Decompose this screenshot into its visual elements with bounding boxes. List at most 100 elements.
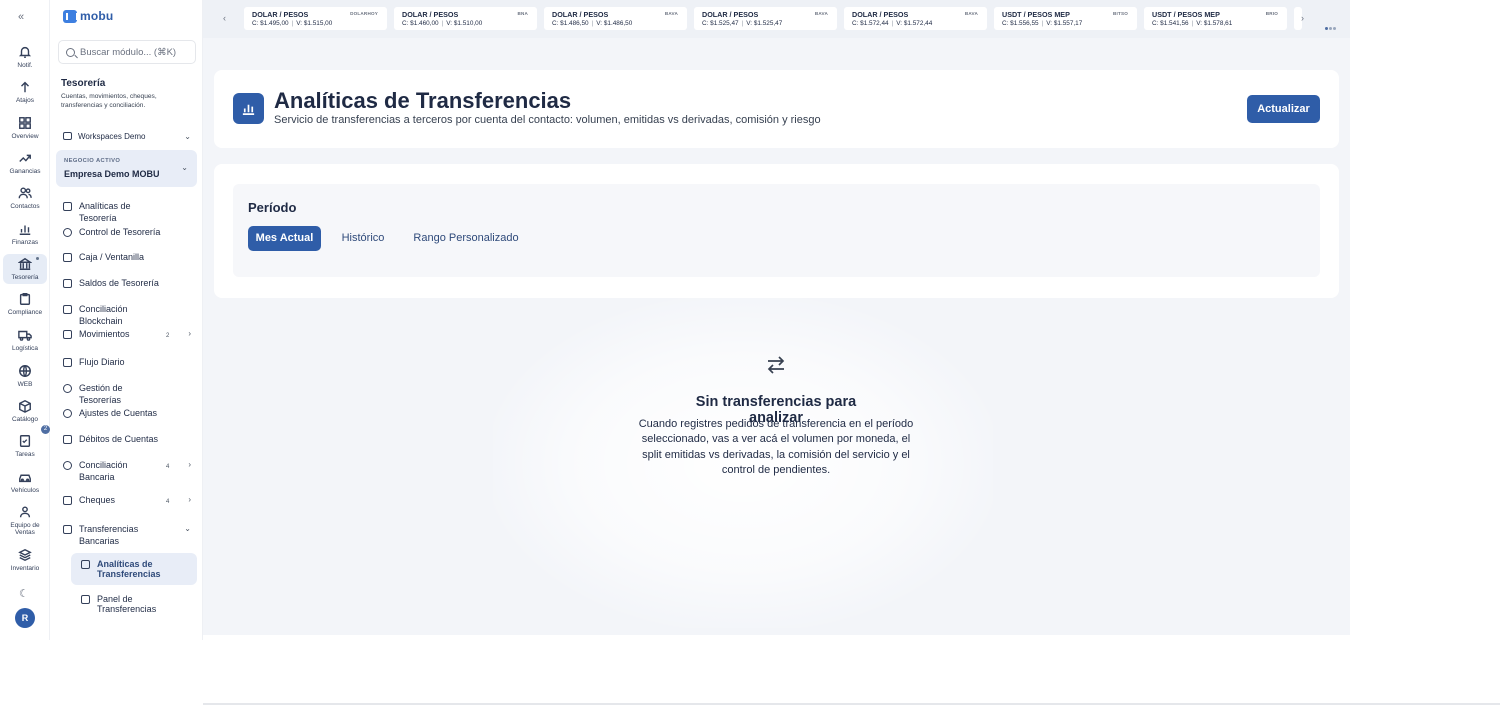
empty-state-text: Cuando registres pedidos de transferenci…: [638, 418, 914, 476]
rail-item-vehiculos[interactable]: Vehículos: [3, 470, 47, 494]
ticker-buy: C: $1.495,00: [252, 20, 289, 27]
rail-item-finanzas[interactable]: Finanzas: [3, 222, 47, 246]
rail-item-compliance[interactable]: Compliance: [3, 292, 47, 316]
rail-item-tareas[interactable]: Tareas: [3, 434, 47, 458]
sidebar-item-analiticas-tesoreria[interactable]: Analíticas de Tesorería: [63, 201, 191, 224]
bar-chart-icon: [19, 225, 31, 235]
rail-item-overview[interactable]: Overview: [3, 116, 47, 140]
sidebar-item-flujo-diario[interactable]: Flujo Diario: [63, 357, 191, 369]
ticker-next-icon[interactable]: ›: [1301, 13, 1304, 23]
business-selector[interactable]: NEGOCIO ACTIVO Empresa Demo MOBU ⌄: [56, 150, 197, 187]
card-icon: [63, 435, 72, 444]
sidebar-item-label: Caja / Ventanilla: [79, 252, 145, 262]
chart-icon: [81, 560, 90, 569]
period-card: Período Mes Actual Histórico Rango Perso…: [214, 164, 1339, 298]
blockchain-icon: [63, 305, 72, 314]
sidebar-item-transferencias-bancarias[interactable]: Transferencias Bancarias ⌄: [63, 524, 191, 547]
ticker-pagination[interactable]: [1325, 17, 1337, 35]
module-search[interactable]: [58, 40, 196, 64]
sidebar-item-label: Analíticas de Tesorería: [79, 201, 131, 223]
rail-item-logistica[interactable]: Logística: [3, 328, 47, 352]
bank-icon: [81, 595, 90, 604]
ticker-pair: DOLAR / PESOS: [252, 10, 309, 19]
rail-item-notif[interactable]: Notif.: [3, 45, 47, 69]
count-badge: 2: [166, 333, 170, 339]
chart-icon: [63, 202, 72, 211]
ticker-prev-icon[interactable]: ‹: [223, 13, 226, 23]
sidebar-subitem-panel-transferencias[interactable]: Panel de Transferencias: [71, 588, 197, 620]
sidebar-item-control-tesoreria[interactable]: Control de Tesorería: [63, 227, 191, 239]
search-input[interactable]: [80, 46, 190, 58]
tab-historico[interactable]: Histórico: [330, 226, 396, 251]
checklist-icon: [19, 435, 31, 447]
chevron-down-icon: ⌄: [184, 524, 191, 533]
chevron-right-icon: ›: [188, 329, 191, 338]
ticker-buy: C: $1.556,55: [1002, 20, 1039, 27]
rail-item-equipo-ventas[interactable]: Equipo de Ventas: [3, 505, 47, 536]
rail-item-atajos[interactable]: Atajos: [3, 80, 47, 104]
sidebar-item-movimientos[interactable]: Movimientos 2 ›: [63, 329, 191, 341]
sidebar-subitem-analiticas-transferencias[interactable]: Analíticas de Transferencias: [71, 553, 197, 585]
team-icon: [19, 506, 31, 518]
page-subtitle: Servicio de transferencias a terceros po…: [274, 114, 821, 126]
rail-item-inventario[interactable]: Inventario: [3, 548, 47, 572]
rail-label: Contactos: [10, 203, 40, 210]
ticker-sell: V: $1.578,61: [1196, 20, 1233, 27]
module-description: Cuentas, movimientos, cheques, transfere…: [61, 93, 157, 110]
rail-item-tesoreria[interactable]: Tesorería: [3, 254, 47, 285]
sidebar-item-label: Conciliación Blockchain: [79, 304, 128, 326]
sidebar-subitem-label: Analíticas de Transferencias: [97, 559, 161, 579]
ticker-sell: V: $1.572,44: [896, 20, 933, 27]
sidebar-item-label: Movimientos: [79, 329, 130, 339]
ticker-source: BAVA: [814, 11, 828, 16]
ticker-pair: DOLAR / PESOS: [702, 10, 759, 19]
arrow-up-icon: [21, 81, 29, 93]
sidebar-item-ajustes-cuentas[interactable]: Ajustes de Cuentas: [63, 408, 191, 420]
sidebar-item-conciliacion-blockchain[interactable]: Conciliación Blockchain: [63, 304, 191, 327]
rail-label: Ganancias: [9, 168, 41, 175]
rail-item-web[interactable]: WEB: [3, 364, 47, 388]
count-badge: 4: [166, 499, 170, 505]
ticker-sell: V: $1.525,47: [746, 20, 783, 27]
period-title: Período: [248, 200, 297, 215]
tab-mes-actual[interactable]: Mes Actual: [248, 226, 321, 251]
ticker-sell: V: $1.557,17: [1046, 20, 1083, 27]
logo[interactable]: mobu: [63, 9, 113, 23]
collapse-icon[interactable]: «: [18, 11, 24, 23]
chevron-right-icon: ›: [188, 495, 191, 504]
rail-item-contactos[interactable]: Contactos: [3, 186, 47, 210]
sidebar-item-caja-ventanilla[interactable]: Caja / Ventanilla: [63, 252, 191, 264]
ticker-source: BAVA: [964, 11, 978, 16]
rail-label: Compliance: [7, 309, 43, 316]
ticker-values: C: $1.525,47 | V: $1.525,47: [702, 20, 783, 27]
swap-icon: [765, 354, 787, 376]
sidebar-item-cheques[interactable]: Cheques 4 ›: [63, 495, 191, 507]
ticker-card: DOLAR / PESOS BAVA C: $1.525,47 | V: $1.52…: [694, 7, 837, 30]
chevron-down-icon: ⌄: [181, 163, 188, 172]
rail-label: Overview: [11, 133, 39, 140]
sidebar-item-saldos-tesoreria[interactable]: Saldos de Tesorería: [63, 278, 191, 290]
ticker-buy: C: $1.460,00: [402, 20, 439, 27]
sidebar-item-gestion-tesorerias[interactable]: Gestión de Tesorerías: [63, 383, 191, 406]
app-window: « Notif. Atajos Overview Ganancias Conta…: [0, 0, 1500, 705]
sidebar-item-label: Débitos de Cuentas: [79, 434, 159, 444]
sidebar-item-debitos-cuentas[interactable]: Débitos de Cuentas: [63, 434, 191, 446]
workspace-selector[interactable]: Workspaces Demo ⌄: [63, 130, 191, 142]
rail-label: Atajos: [15, 97, 35, 104]
rail-item-ganancias[interactable]: Ganancias: [3, 151, 47, 175]
ticker-values: C: $1.541,56 | V: $1.578,61: [1152, 20, 1233, 27]
moon-icon[interactable]: ☾: [19, 587, 29, 600]
truck-icon: [18, 330, 32, 341]
box-icon: [19, 399, 31, 413]
avatar[interactable]: R: [15, 608, 35, 628]
refresh-button[interactable]: Actualizar: [1247, 95, 1320, 123]
users-icon: [18, 187, 32, 199]
rail-item-catalogo[interactable]: Catálogo: [3, 399, 47, 423]
rail-label: Inventario: [10, 565, 40, 572]
module-title: Tesorería: [61, 78, 106, 89]
tab-rango-personalizado[interactable]: Rango Personalizado: [406, 226, 526, 251]
sidebar-item-conciliacion-bancaria[interactable]: Conciliación Bancaria 4 ›: [63, 460, 191, 483]
ticker-card: USDT / PESOS MEP BITSO C: $1.556,55 | V: $…: [994, 7, 1137, 30]
bank-icon: [63, 525, 72, 534]
sidebar-item-label: Saldos de Tesorería: [79, 278, 159, 288]
